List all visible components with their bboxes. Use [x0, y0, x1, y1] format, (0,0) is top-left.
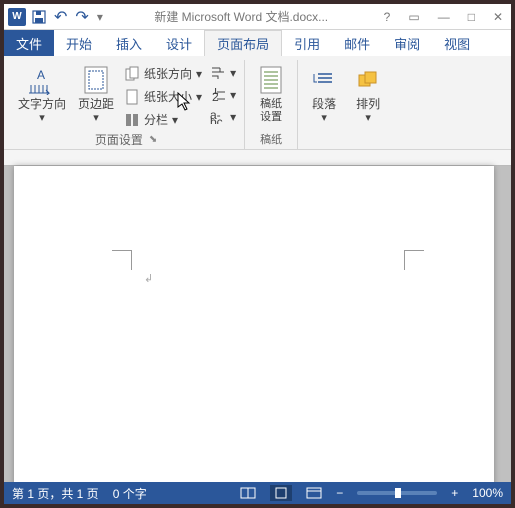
read-mode-icon[interactable]: [240, 487, 256, 499]
text-direction-button[interactable]: A 文字方向▾: [14, 62, 70, 127]
size-button[interactable]: 纸张大小▾: [122, 87, 204, 106]
group-page-setup: A 文字方向▾ 页边距▾ 纸张方向▾ 纸张大小▾: [8, 60, 245, 149]
tab-file[interactable]: 文件: [4, 30, 54, 56]
tab-insert[interactable]: 插入: [104, 30, 154, 56]
paragraph-label: 段落: [312, 97, 336, 111]
paragraph-icon: [308, 64, 340, 96]
text-direction-label: 文字方向: [18, 97, 66, 111]
tab-design[interactable]: 设计: [154, 30, 204, 56]
breaks-button[interactable]: ▾: [208, 64, 238, 82]
ribbon-tabs: 文件 开始 插入 设计 页面布局 引用 邮件 审阅 视图: [4, 30, 511, 56]
undo-icon[interactable]: ↶: [54, 7, 67, 27]
columns-button[interactable]: 分栏▾: [122, 110, 204, 129]
size-icon: [124, 89, 140, 105]
paper-settings-button[interactable]: 稿纸 设置: [251, 62, 291, 126]
document-page[interactable]: ↲: [14, 166, 494, 482]
document-area[interactable]: ↲: [4, 150, 511, 482]
svg-text:bc: bc: [210, 115, 223, 124]
tab-view[interactable]: 视图: [432, 30, 482, 56]
status-page[interactable]: 第 1 页，共 1 页: [12, 485, 99, 502]
text-direction-icon: A: [26, 64, 58, 96]
statusbar: 第 1 页，共 1 页 0 个字 − + 100%: [4, 482, 511, 504]
paragraph-button[interactable]: 段落▾: [304, 62, 344, 127]
web-layout-icon[interactable]: [306, 487, 322, 499]
zoom-slider-thumb[interactable]: [395, 488, 401, 498]
breaks-icon: [210, 65, 226, 81]
page-setup-dialog-launcher-icon[interactable]: ⬊: [149, 134, 157, 145]
orientation-button[interactable]: 纸张方向▾: [122, 64, 204, 83]
word-app-icon: W: [8, 8, 26, 26]
print-layout-icon[interactable]: [270, 485, 292, 501]
hyphenation-icon: a-bc: [210, 109, 226, 125]
margin-corner-top-right: [404, 250, 424, 270]
line-numbers-icon: 12: [210, 87, 226, 103]
group-paper: 稿纸 设置 稿纸: [245, 60, 298, 149]
tab-review[interactable]: 审阅: [382, 30, 432, 56]
ribbon-options-icon[interactable]: ▭: [404, 8, 423, 26]
help-icon[interactable]: ?: [380, 8, 395, 26]
minimize-icon[interactable]: —: [434, 8, 454, 26]
columns-icon: [124, 112, 140, 128]
orientation-icon: [124, 66, 140, 82]
paper-settings-label: 稿纸 设置: [260, 98, 282, 124]
margins-label: 页边距: [78, 97, 114, 111]
zoom-out-button[interactable]: −: [336, 486, 343, 500]
margin-corner-top-left: [112, 250, 132, 270]
group-label-paper: 稿纸: [251, 129, 291, 149]
tab-mailings[interactable]: 邮件: [332, 30, 382, 56]
arrange-icon: [352, 64, 384, 96]
columns-label: 分栏: [144, 111, 168, 128]
group-paragraph: 段落▾ 排列▾: [298, 60, 394, 149]
status-word-count[interactable]: 0 个字: [113, 485, 147, 502]
arrange-button[interactable]: 排列▾: [348, 62, 388, 127]
orientation-label: 纸张方向: [144, 65, 192, 82]
tab-page-layout[interactable]: 页面布局: [204, 30, 282, 56]
hyphenation-button[interactable]: a-bc▾: [208, 108, 238, 126]
ribbon: A 文字方向▾ 页边距▾ 纸张方向▾ 纸张大小▾: [4, 56, 511, 150]
margins-icon: [80, 64, 112, 96]
margins-button[interactable]: 页边距▾: [74, 62, 118, 127]
line-numbers-button[interactable]: 12▾: [208, 86, 238, 104]
redo-icon[interactable]: ↷: [75, 7, 88, 27]
paragraph-mark-icon: ↲: [144, 272, 153, 285]
zoom-level[interactable]: 100%: [472, 486, 503, 500]
quick-access-toolbar: ↶ ↷ ▾: [32, 7, 103, 27]
window-title: 新建 Microsoft Word 文档.docx...: [103, 8, 380, 25]
close-icon[interactable]: ✕: [489, 8, 507, 26]
titlebar: W ↶ ↷ ▾ 新建 Microsoft Word 文档.docx... ? ▭…: [4, 4, 511, 30]
save-icon[interactable]: [32, 10, 46, 24]
zoom-slider[interactable]: [357, 491, 437, 495]
size-label: 纸张大小: [144, 88, 192, 105]
paper-settings-icon: [255, 64, 287, 96]
tab-home[interactable]: 开始: [54, 30, 104, 56]
tab-references[interactable]: 引用: [282, 30, 332, 56]
arrange-label: 排列: [356, 97, 380, 111]
svg-text:A: A: [37, 68, 45, 82]
group-label-page-setup: 页面设置: [95, 131, 143, 148]
maximize-icon[interactable]: □: [464, 8, 479, 26]
zoom-in-button[interactable]: +: [451, 486, 458, 500]
horizontal-ruler[interactable]: [4, 150, 511, 166]
